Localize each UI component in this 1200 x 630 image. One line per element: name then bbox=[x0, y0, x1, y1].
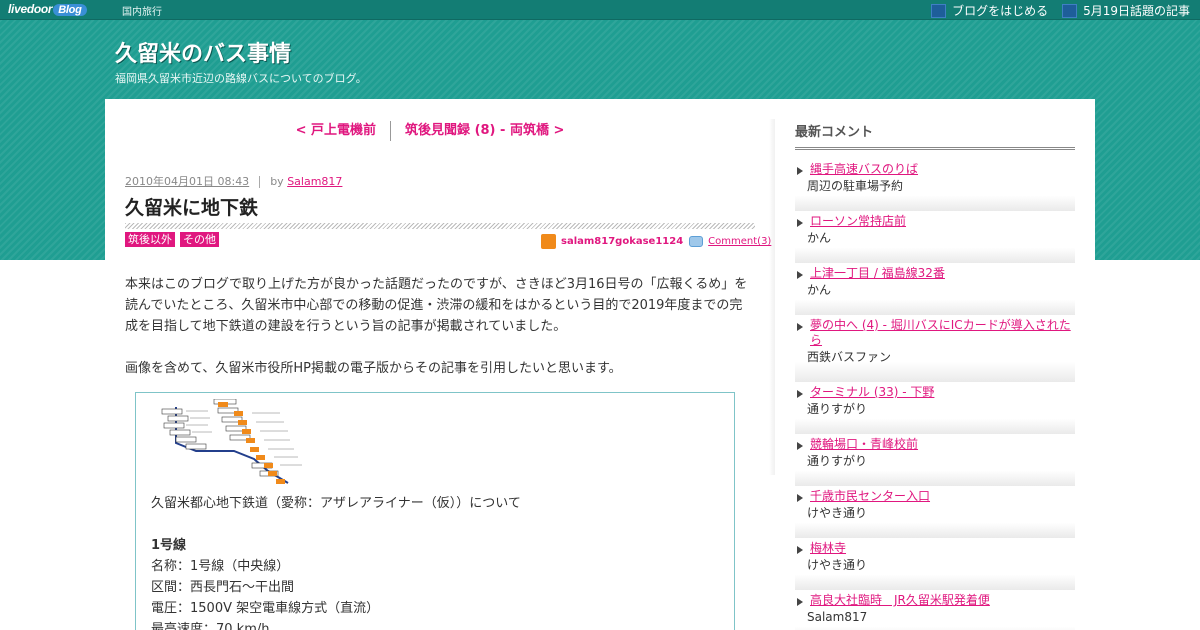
comment-author: けやき通り bbox=[807, 558, 868, 572]
main-column: < 戸上電機前 筑後見聞録 (8) - 両筑橋 > 2010年04月01日 08:… bbox=[105, 99, 775, 630]
body-paragraph: 本来はこのブログで取り上げた方が良かった話題だったのですが、さきほど3月16日号… bbox=[125, 277, 748, 334]
comment-post-link[interactable]: 競輪場口・青峰校前 bbox=[810, 437, 1075, 452]
list-item: 高良大社臨時 JR久留米駅発着便 Salam817 bbox=[795, 590, 1075, 630]
recent-comments-list: 縄手高速バスのりば 周辺の駐車場予約 ローソン常持店前 かん 上津一丁目 / 福島線… bbox=[795, 159, 1075, 630]
blog-description: 福岡県久留米市近辺の路線バスについてのブログ。 bbox=[115, 72, 367, 85]
content-container: < 戸上電機前 筑後見聞録 (8) - 両筑橋 > 2010年04月01日 08:… bbox=[105, 99, 1095, 630]
comment-icon bbox=[689, 236, 704, 247]
tag-link[interactable]: 筑後以外 bbox=[125, 232, 175, 247]
title-divider bbox=[125, 223, 755, 229]
quote-spacer bbox=[151, 514, 721, 535]
tag-link[interactable]: その他 bbox=[180, 232, 219, 247]
quote-text: 久留米都心地下鉄道（愛称：アザレアライナー（仮））について 1号線 名称：1号線… bbox=[151, 493, 721, 630]
top-bar: livedoor Blog 国内旅行 ブログをはじめる 5月19日話題の記事 bbox=[0, 0, 1200, 20]
list-item: 夢の中へ (4) - 堀川バスにICカードが導入されたら西鉄バスファン bbox=[795, 315, 1075, 382]
list-item: 梅林寺 けやき通り bbox=[795, 538, 1075, 590]
comment-author: けやき通り bbox=[807, 506, 868, 520]
list-item: 縄手高速バスのりば 周辺の駐車場予約 bbox=[795, 159, 1075, 211]
comment-author: かん bbox=[807, 283, 832, 297]
comment-post-link[interactable]: ターミナル (33) - 下野 bbox=[810, 385, 1075, 400]
livedoor-blog-logo[interactable]: livedoor Blog bbox=[8, 2, 104, 18]
blog-icon bbox=[931, 3, 947, 18]
post-tags: 筑後以外 その他 bbox=[125, 232, 219, 247]
by-label: by bbox=[270, 175, 284, 188]
comment-count-link[interactable]: Comment(3) bbox=[708, 236, 771, 247]
quote-line: 電圧：1500V 架空電車線方式（直流） bbox=[151, 601, 380, 616]
post-title[interactable]: 久留米に地下鉄 bbox=[125, 193, 258, 220]
user-icon bbox=[541, 234, 556, 249]
list-item: 千歳市民センター入口 けやき通り bbox=[795, 486, 1075, 538]
post-navigation: < 戸上電機前 筑後見聞録 (8) - 両筑橋 > bbox=[105, 119, 755, 141]
comment-post-link[interactable]: ローソン常持店前 bbox=[810, 214, 1075, 229]
blog-title[interactable]: 久留米のバス事情 bbox=[115, 36, 291, 68]
meta-divider bbox=[259, 176, 261, 188]
user-link[interactable]: salam817gokase1124 bbox=[561, 236, 683, 247]
list-item: ターミナル (33) - 下野 通りすがり bbox=[795, 382, 1075, 434]
comment-author: 周辺の駐車場予約 bbox=[807, 179, 904, 193]
comment-post-link[interactable]: 高良大社臨時 JR久留米駅発着便 bbox=[810, 593, 1075, 608]
list-item: ローソン常持店前 かん bbox=[795, 211, 1075, 263]
category-link[interactable]: 国内旅行 bbox=[122, 3, 162, 18]
comment-post-link[interactable]: 千歳市民センター入口 bbox=[810, 489, 1075, 504]
comment-post-link[interactable]: 上津一丁目 / 福島線32番 bbox=[810, 266, 1075, 281]
prev-post-link[interactable]: < 戸上電機前 bbox=[296, 123, 376, 138]
list-item: 上津一丁目 / 福島線32番 かん bbox=[795, 263, 1075, 315]
article-icon bbox=[1062, 3, 1078, 18]
nav-divider bbox=[390, 120, 392, 141]
trending-articles-link[interactable]: 5月19日話題の記事 bbox=[1062, 2, 1190, 19]
quote-line: 最高速度：70 km/h bbox=[151, 622, 270, 630]
post-body: 本来はこのブログで取り上げた方が良かった話題だったのですが、さきほど3月16日号… bbox=[125, 274, 755, 400]
quote-line: 名称：1号線（中央線） bbox=[151, 559, 290, 574]
post-meta: 2010年04月01日 08:43 by Salam817 bbox=[125, 173, 342, 189]
quote-heading: 1号線 bbox=[151, 538, 187, 553]
recent-comments-title: 最新コメント bbox=[795, 121, 1075, 150]
post-date[interactable]: 2010年04月01日 08:43 bbox=[125, 175, 249, 188]
next-post-link[interactable]: 筑後見聞録 (8) - 両筑橋 > bbox=[405, 123, 564, 138]
comment-author: かん bbox=[807, 231, 832, 245]
list-item: 競輪場口・青峰校前 通りすがり bbox=[795, 434, 1075, 486]
quote-line: 区間：西長門石～干出間 bbox=[151, 580, 295, 595]
top-right-links: ブログをはじめる 5月19日話題の記事 bbox=[931, 2, 1190, 19]
subway-route-map-image[interactable] bbox=[156, 399, 311, 489]
comment-post-link[interactable]: 夢の中へ (4) - 堀川バスにICカードが導入されたら bbox=[810, 318, 1075, 348]
post-tools: salam817gokase1124 Comment(3) bbox=[541, 234, 771, 249]
comment-post-link[interactable]: 梅林寺 bbox=[810, 541, 1075, 556]
comment-author: 西鉄バスファン bbox=[807, 350, 892, 364]
comment-post-link[interactable]: 縄手高速バスのりば bbox=[810, 162, 1075, 177]
body-paragraph: 画像を含めて、久留米市役所HP掲載の電子版からその記事を引用したいと思います。 bbox=[125, 361, 622, 376]
quote-intro: 久留米都心地下鉄道（愛称：アザレアライナー（仮））について bbox=[151, 496, 521, 511]
post-author-link[interactable]: Salam817 bbox=[287, 175, 342, 188]
start-blog-link[interactable]: ブログをはじめる bbox=[931, 2, 1048, 19]
quote-box: 久留米都心地下鉄道（愛称：アザレアライナー（仮））について 1号線 名称：1号線… bbox=[135, 392, 735, 630]
comment-author: 通りすがり bbox=[807, 454, 868, 468]
logo-blog-badge: Blog bbox=[53, 4, 87, 16]
comment-author: Salam817 bbox=[807, 610, 868, 624]
comment-author: 通りすがり bbox=[807, 402, 868, 416]
